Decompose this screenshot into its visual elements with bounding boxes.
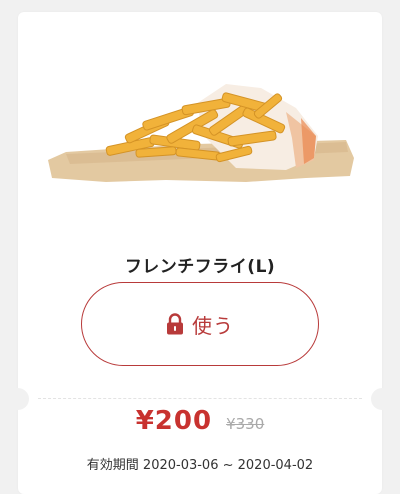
original-price: ¥330	[226, 415, 265, 433]
price-row: ¥200 ¥330	[18, 406, 382, 436]
validity-period: 有効期間 2020-03-06 ~ 2020-04-02	[86, 458, 314, 473]
french-fries-image	[48, 84, 354, 182]
use-button-label: 使う	[192, 313, 234, 338]
coupon-card: フレンチフライ(L) 使う ¥200 ¥330 有効期間 2020-03-06 …	[7, 12, 393, 494]
use-coupon-button[interactable]: 使う	[81, 282, 319, 366]
lock-icon	[167, 313, 183, 335]
ticket-divider	[38, 398, 362, 399]
coupon-price: ¥200	[135, 406, 213, 436]
product-name: フレンチフライ(L)	[124, 257, 276, 277]
